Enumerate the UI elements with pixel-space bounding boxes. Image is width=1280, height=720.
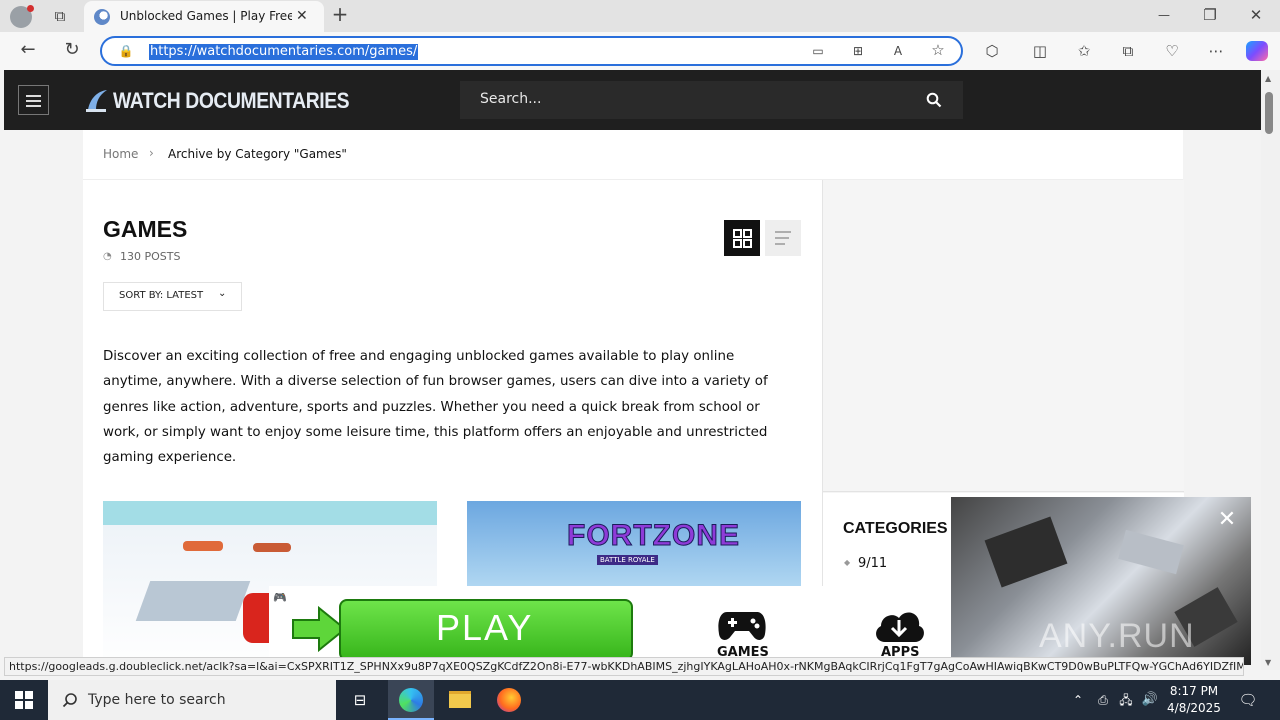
ad-banner[interactable]: 🎮 PLAY GAMES APPS ▷ ⋮ ✕ bbox=[269, 586, 1019, 661]
edge-taskbar-icon[interactable] bbox=[388, 680, 434, 720]
logo-text: WATCH DOCUMENTARIES bbox=[113, 88, 350, 113]
new-tab-button[interactable]: + bbox=[330, 4, 350, 24]
app-available-icon[interactable]: ▭ bbox=[808, 41, 828, 61]
sidebar-ad-space bbox=[823, 180, 1184, 492]
category-description: Discover an exciting collection of free … bbox=[103, 349, 768, 466]
race-car-shape-2 bbox=[253, 543, 291, 552]
tray-device-icon[interactable]: ⎙ bbox=[1093, 690, 1113, 710]
video-shard-1 bbox=[984, 516, 1068, 588]
performance-icon[interactable]: ♡ bbox=[1162, 41, 1182, 61]
site-header: WATCH DOCUMENTARIES Search... bbox=[4, 70, 1261, 130]
taskbar-search-placeholder: Type here to search bbox=[88, 692, 226, 708]
taskbar-clock[interactable]: 8:17 PM 4/8/2025 bbox=[1155, 683, 1233, 717]
list-view-button[interactable] bbox=[765, 220, 801, 256]
tab-actions-icon[interactable]: ⧉ bbox=[50, 6, 70, 26]
categories-heading: CATEGORIES bbox=[843, 520, 948, 537]
logo-icon bbox=[86, 90, 107, 112]
clock-time: 8:17 PM bbox=[1169, 684, 1219, 698]
url-text[interactable]: https://watchdocumentaries.com/games/ bbox=[149, 44, 419, 60]
tab-strip: ⧉ Unblocked Games | Play Free Gam ✕ + — … bbox=[0, 0, 1280, 32]
back-arrow-icon[interactable]: ← bbox=[18, 40, 38, 60]
browser-essentials-icon[interactable]: ⊞ bbox=[848, 41, 868, 61]
copilot-icon[interactable] bbox=[1246, 41, 1268, 61]
play-label: PLAY bbox=[436, 607, 534, 648]
hamburger-menu-icon[interactable] bbox=[18, 85, 49, 115]
scroll-up-arrow-icon[interactable]: ▲ bbox=[1265, 74, 1271, 83]
refresh-icon[interactable]: ↻ bbox=[62, 40, 82, 60]
breadcrumb-home[interactable]: Home bbox=[103, 147, 138, 161]
grid-view-button[interactable] bbox=[724, 220, 760, 256]
video-close-icon[interactable]: ✕ bbox=[1213, 507, 1241, 535]
ice-hole-shape bbox=[135, 581, 251, 621]
video-shard-2 bbox=[1118, 529, 1184, 575]
scroll-down-arrow-icon[interactable]: ▼ bbox=[1265, 658, 1271, 667]
fortzone-logo: FORTZONE bbox=[567, 519, 740, 553]
breadcrumb-current: Archive by Category "Games" bbox=[168, 147, 347, 161]
page-title: GAMES bbox=[103, 216, 188, 242]
collections-icon[interactable]: ⧉ bbox=[1118, 41, 1138, 61]
rss-icon: ◔ bbox=[103, 251, 112, 262]
gamepad-icon bbox=[718, 612, 766, 640]
tray-chevron-up-icon[interactable]: ⌃ bbox=[1068, 690, 1088, 710]
active-tab[interactable]: Unblocked Games | Play Free Gam ✕ bbox=[84, 1, 324, 32]
fortzone-subtitle: BATTLE ROYALE bbox=[597, 555, 658, 565]
grid-icon bbox=[733, 229, 752, 248]
sort-label: SORT BY: LATEST bbox=[119, 290, 204, 301]
taskbar-search-icon bbox=[62, 693, 77, 708]
minimize-button[interactable]: — bbox=[1154, 5, 1174, 25]
address-bar[interactable]: 🔒 https://watchdocumentaries.com/games/ … bbox=[100, 36, 963, 66]
search-placeholder: Search... bbox=[480, 91, 542, 107]
lock-icon[interactable]: 🔒 bbox=[118, 41, 134, 61]
windows-taskbar: Type here to search ⊟ ⌃ ⎙ 🖧 🔊 8:17 PM 4/… bbox=[0, 680, 1280, 720]
bullet-icon: ◆ bbox=[844, 558, 851, 567]
tab-title: Unblocked Games | Play Free Gam bbox=[120, 9, 292, 23]
firefox-icon[interactable] bbox=[497, 688, 521, 712]
breadcrumb-separator: › bbox=[149, 146, 154, 160]
status-bar-url: https://googleads.g.doubleclick.net/aclk… bbox=[4, 657, 1244, 676]
file-explorer-icon[interactable] bbox=[449, 691, 471, 708]
list-icon bbox=[775, 231, 791, 245]
window-close-button[interactable]: ✕ bbox=[1246, 5, 1266, 25]
extensions-icon[interactable]: ⬡ bbox=[982, 41, 1002, 61]
read-aloud-icon[interactable]: A bbox=[888, 41, 908, 61]
clock-date: 4/8/2025 bbox=[1167, 701, 1221, 715]
ad-logo-icon: 🎮 bbox=[273, 591, 287, 604]
page-scrollbar[interactable]: ▲ ▼ bbox=[1261, 70, 1280, 670]
chevron-down-icon: ⌄ bbox=[218, 288, 227, 299]
task-view-icon[interactable]: ⊟ bbox=[350, 690, 370, 710]
windows-start-icon[interactable] bbox=[15, 691, 33, 709]
notification-center-icon[interactable]: 🗨 bbox=[1238, 690, 1258, 710]
post-count-text: 130 POSTS bbox=[120, 250, 181, 263]
maximize-button[interactable]: ❐ bbox=[1200, 5, 1220, 25]
favorites-icon[interactable]: ✩ bbox=[1074, 41, 1094, 61]
browser-toolbar: ← ↻ 🔒 https://watchdocumentaries.com/gam… bbox=[0, 32, 1280, 70]
breadcrumb: Home › Archive by Category "Games" bbox=[83, 130, 1183, 180]
cloud-download-icon bbox=[876, 612, 924, 642]
post-count: 130 POSTS bbox=[120, 250, 180, 263]
site-favicon-icon bbox=[94, 9, 110, 25]
split-screen-icon[interactable]: ◫ bbox=[1030, 41, 1050, 61]
tab-close-icon[interactable]: ✕ bbox=[296, 8, 308, 24]
category-link[interactable]: 9/11 bbox=[858, 556, 887, 571]
video-ad-overlay[interactable]: ANY.RUN ✕ bbox=[951, 497, 1251, 665]
scrollbar-thumb[interactable] bbox=[1265, 92, 1273, 134]
site-search-input[interactable]: Search... bbox=[460, 81, 963, 119]
sort-dropdown[interactable]: SORT BY: LATEST ⌄ bbox=[103, 282, 242, 311]
video-watermark: ANY.RUN bbox=[1039, 617, 1195, 655]
network-icon[interactable]: 🖧 bbox=[1116, 690, 1136, 710]
race-car-shape bbox=[183, 541, 223, 551]
favorite-star-icon[interactable]: ☆ bbox=[928, 40, 948, 60]
ad-play-button[interactable]: PLAY bbox=[339, 599, 633, 661]
edge-logo-icon bbox=[399, 688, 423, 712]
search-icon[interactable] bbox=[926, 92, 942, 108]
taskbar-search-box[interactable]: Type here to search bbox=[48, 680, 336, 720]
more-menu-icon[interactable]: ⋯ bbox=[1206, 41, 1226, 61]
notification-dot bbox=[27, 5, 34, 12]
